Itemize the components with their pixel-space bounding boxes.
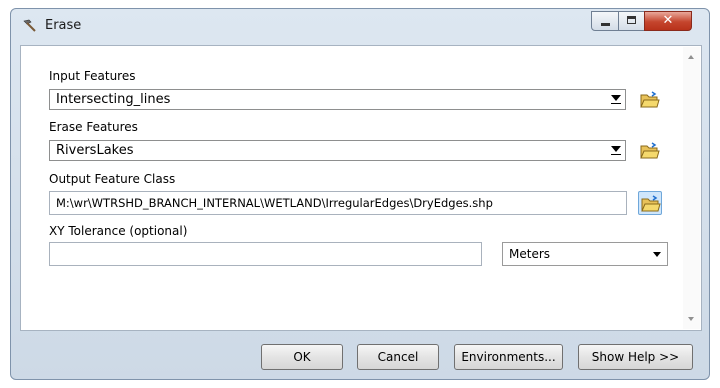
input-features-combo[interactable]: Intersecting_lines xyxy=(49,89,626,110)
erase-features-value: RiversLakes xyxy=(56,143,134,158)
output-feature-class-browse-button[interactable] xyxy=(638,191,662,215)
open-folder-icon xyxy=(641,195,661,212)
show-help-button[interactable]: Show Help >> xyxy=(578,344,693,370)
xy-tolerance-label: XY Tolerance (optional) xyxy=(49,224,188,238)
scroll-down-icon[interactable] xyxy=(688,317,694,321)
parameters-panel: Input Features Intersecting_lines Erase … xyxy=(20,45,702,331)
dropdown-underline xyxy=(611,154,621,155)
xy-tolerance-unit-value: Meters xyxy=(509,247,551,261)
cancel-button[interactable]: Cancel xyxy=(357,344,439,370)
chevron-down-icon[interactable] xyxy=(611,95,621,101)
xy-tolerance-input[interactable] xyxy=(49,242,482,266)
minimize-icon xyxy=(601,23,610,26)
scroll-up-icon[interactable] xyxy=(688,55,694,59)
chevron-down-icon[interactable] xyxy=(653,252,661,257)
hammer-icon xyxy=(21,18,37,34)
erase-features-combo[interactable]: RiversLakes xyxy=(49,140,626,161)
input-features-browse-button[interactable] xyxy=(638,88,662,112)
vertical-scrollbar[interactable] xyxy=(683,47,700,329)
chevron-down-icon[interactable] xyxy=(611,146,621,152)
open-folder-icon xyxy=(640,142,660,159)
close-icon: ✕ xyxy=(662,13,674,28)
open-folder-icon xyxy=(640,91,660,108)
output-feature-class-value: M:\wr\WTRSHD_BRANCH_INTERNAL\WETLAND\Irr… xyxy=(56,196,493,210)
erase-dialog: Erase ✕ Input Features Intersecting_line… xyxy=(10,8,710,380)
output-feature-class-input[interactable]: M:\wr\WTRSHD_BRANCH_INTERNAL\WETLAND\Irr… xyxy=(49,191,627,215)
maximize-button[interactable] xyxy=(618,11,645,31)
maximize-icon xyxy=(627,16,636,24)
minimize-button[interactable] xyxy=(591,11,619,31)
input-features-value: Intersecting_lines xyxy=(56,92,171,107)
ok-button[interactable]: OK xyxy=(261,344,343,370)
dropdown-underline xyxy=(611,103,621,104)
xy-tolerance-unit-select[interactable]: Meters xyxy=(502,242,668,266)
window-title: Erase xyxy=(45,18,82,33)
erase-features-browse-button[interactable] xyxy=(638,139,662,163)
output-feature-class-label: Output Feature Class xyxy=(49,172,176,186)
erase-features-label: Erase Features xyxy=(49,120,138,134)
environments-button[interactable]: Environments... xyxy=(454,344,563,370)
close-button[interactable]: ✕ xyxy=(644,11,692,31)
input-features-label: Input Features xyxy=(49,69,136,83)
title-bar[interactable]: Erase ✕ xyxy=(11,9,709,43)
